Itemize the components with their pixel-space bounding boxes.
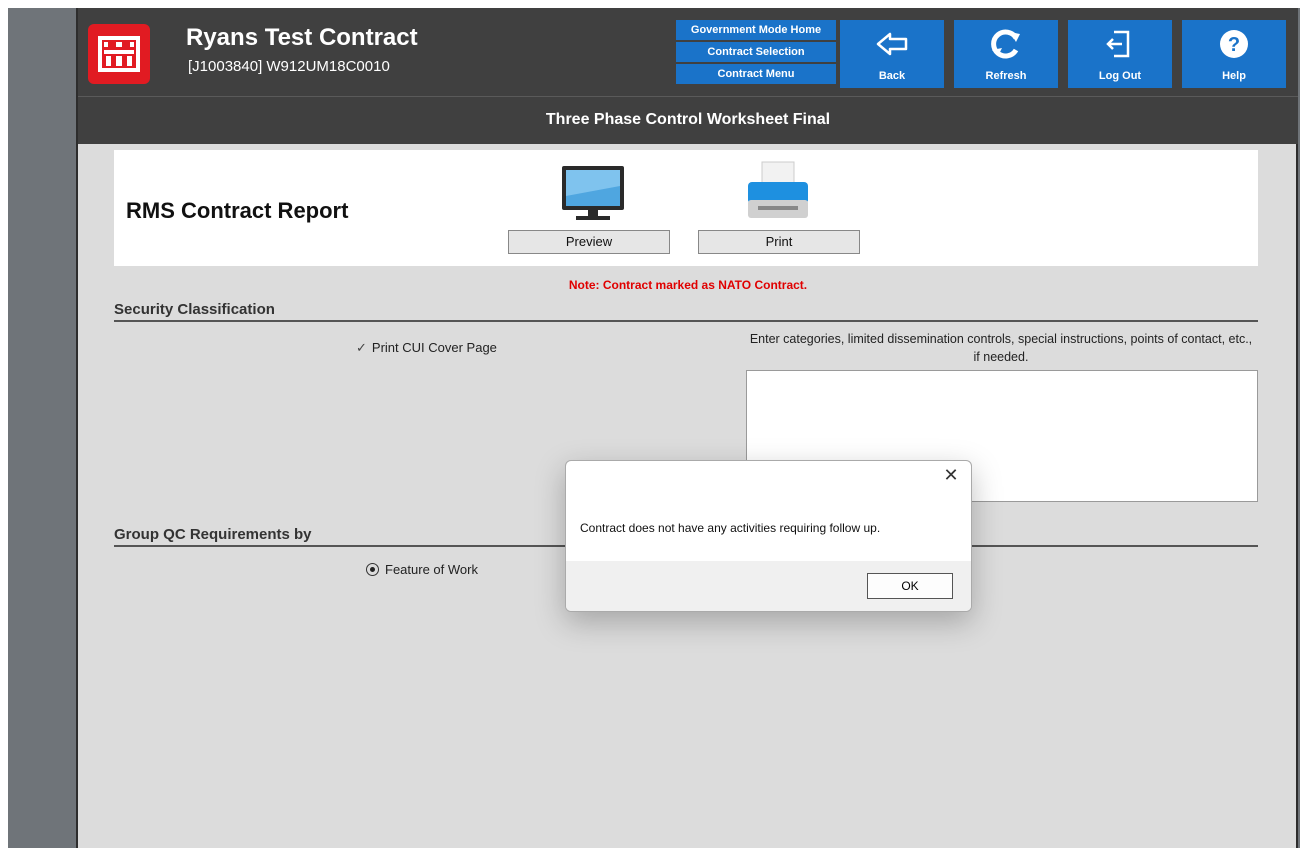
report-title: RMS Contract Report [126, 198, 349, 223]
window-top-edge [0, 0, 1300, 8]
dialog-footer: OK [566, 561, 971, 611]
preview-button[interactable]: Preview [508, 230, 670, 254]
monitor-icon [562, 166, 624, 220]
back-label: Back [878, 70, 906, 82]
security-instructions-text: Enter categories, limited dissemination … [749, 332, 1253, 364]
checkmark-icon: ✓ [356, 340, 367, 355]
ok-button[interactable]: OK [867, 573, 953, 599]
window-left-edge [0, 0, 8, 848]
refresh-label: Refresh [985, 70, 1027, 82]
dialog-message: Contract does not have any activities re… [580, 521, 881, 535]
page-title: Three Phase Control Worksheet Final [78, 96, 1298, 144]
back-arrow-icon [876, 32, 908, 56]
contract-menu-link[interactable]: Contract Menu [676, 64, 836, 84]
security-classification-header: Security Classification [114, 301, 1258, 322]
app-window: Ryans Test Contract [J1003840] W912UM18C… [76, 8, 1298, 848]
print-button[interactable]: Print [698, 230, 860, 254]
nav-link-stack: Government Mode Home Contract Selection … [676, 20, 836, 86]
contract-title: Ryans Test Contract [186, 24, 418, 51]
printer-icon [748, 161, 808, 218]
nato-note: Note: Contract marked as NATO Contract. [568, 278, 808, 292]
government-mode-home-link[interactable]: Government Mode Home [676, 20, 836, 40]
feature-of-work-label: Feature of Work [385, 562, 478, 577]
message-dialog: ✕ Contract does not have any activities … [565, 460, 972, 612]
app-header: Ryans Test Contract [J1003840] W912UM18C… [78, 8, 1298, 96]
cui-cover-page-label: Print CUI Cover Page [371, 340, 497, 355]
report-panel: RMS Contract Report Preview Print [114, 150, 1258, 266]
feature-of-work-radio[interactable]: Feature of Work [366, 562, 478, 577]
close-icon[interactable]: ✕ [939, 463, 963, 487]
logout-label: Log Out [1098, 70, 1142, 82]
back-button[interactable]: Back [840, 20, 944, 88]
help-icon: ? [1220, 30, 1248, 58]
refresh-icon [991, 29, 1020, 59]
help-label: Help [1222, 70, 1246, 82]
radio-selected-icon [366, 563, 379, 576]
castle-logo-icon [88, 24, 150, 84]
contract-number: [J1003840] W912UM18C0010 [188, 58, 390, 75]
logout-button[interactable]: Log Out [1068, 20, 1172, 88]
contract-selection-link[interactable]: Contract Selection [676, 42, 836, 62]
refresh-button[interactable]: Refresh [954, 20, 1058, 88]
cui-cover-page-checkbox[interactable]: ✓ Print CUI Cover Page [356, 340, 497, 356]
svg-text:?: ? [1228, 34, 1240, 56]
logout-icon [1106, 30, 1130, 58]
help-button[interactable]: ? Help [1182, 20, 1286, 88]
